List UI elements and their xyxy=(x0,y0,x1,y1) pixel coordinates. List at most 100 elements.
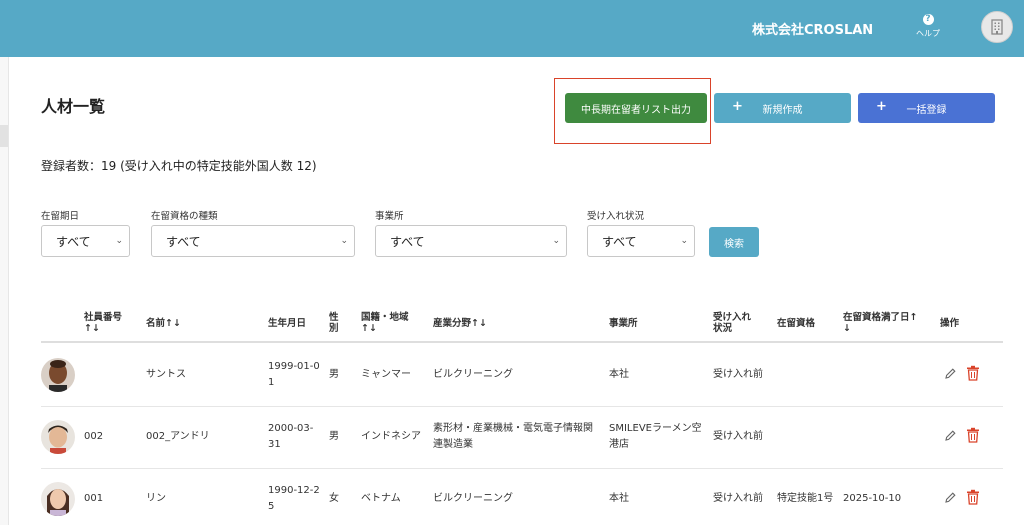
status-value: すべて xyxy=(602,234,637,249)
search-button[interactable]: 検索 xyxy=(709,227,759,257)
emp-no: 002 xyxy=(84,431,104,442)
sidebar-active-marker xyxy=(0,125,8,147)
birth-date: 1990-12-2 5 xyxy=(268,483,320,515)
person-name: リン xyxy=(146,493,166,504)
chevron-down-icon: ⌄ xyxy=(680,236,688,246)
person-name: 002_アンドリ xyxy=(146,431,210,442)
sidebar-collapsed[interactable] xyxy=(0,57,9,525)
visa-type-value: すべて xyxy=(166,234,201,249)
plus-icon: + xyxy=(876,99,887,114)
pencil-icon[interactable] xyxy=(944,491,957,504)
trash-icon[interactable] xyxy=(966,427,980,443)
office-select[interactable]: すべて ⌄ xyxy=(375,225,567,257)
industry-line: ビルクリーニング xyxy=(433,493,513,504)
birth-line: 31 xyxy=(268,439,281,450)
column-header-emp-no[interactable]: 社員番号 ↑↓ xyxy=(84,312,122,334)
header-text: 状況 xyxy=(713,323,733,334)
office-line: 本社 xyxy=(609,369,629,380)
new-create-button[interactable]: + 新規作成 xyxy=(714,93,851,123)
industry: ビルクリーニング xyxy=(433,367,513,383)
column-header-status: 受け入れ 状況 xyxy=(713,312,751,334)
highlight-box xyxy=(554,78,711,144)
pencil-icon[interactable] xyxy=(944,429,957,442)
column-header-gender: 性別 xyxy=(329,312,339,334)
acceptance-status: 受け入れ前 xyxy=(713,431,763,442)
header-text: 在留資格満了日↑ xyxy=(843,312,918,323)
sort-icon: ↑↓ xyxy=(361,323,377,334)
help-button[interactable]: ? ヘルプ xyxy=(914,14,942,39)
page-title: 人材一覧 xyxy=(41,97,106,116)
office: 本社 xyxy=(609,491,629,507)
column-header-ops: 操作 xyxy=(940,318,960,329)
gender: 男 xyxy=(329,369,339,380)
bulk-register-button[interactable]: + 一括登録 xyxy=(858,93,995,123)
pencil-icon[interactable] xyxy=(944,367,957,380)
bulk-register-label: 一括登録 xyxy=(906,104,947,116)
column-header-industry[interactable]: 産業分野↑↓ xyxy=(433,318,487,329)
office-line: SMILEVEラーメン空 xyxy=(609,423,702,434)
birth-line: 1990-12-2 xyxy=(268,485,320,496)
industry-line: 連製造業 xyxy=(433,439,473,450)
country: インドネシア xyxy=(361,431,421,442)
office: 本社 xyxy=(609,367,629,383)
header-text: 別 xyxy=(329,323,339,334)
avatar xyxy=(41,420,75,454)
help-icon: ? xyxy=(922,14,934,25)
row-divider xyxy=(41,468,1003,469)
office: SMILEVEラーメン空 港店 xyxy=(609,421,702,453)
account-menu-button[interactable] xyxy=(981,11,1013,43)
column-header-name[interactable]: 名前↑↓ xyxy=(146,318,181,329)
row-divider xyxy=(41,406,1003,407)
trash-icon[interactable] xyxy=(966,489,980,505)
help-label: ヘルプ xyxy=(916,29,940,38)
header-text: 受け入れ xyxy=(713,312,752,323)
stay-period-select[interactable]: すべて ⌄ xyxy=(41,225,130,257)
column-header-expiry[interactable]: 在留資格満了日↑ ↓ xyxy=(843,312,917,334)
filter-label-stay-period: 在留期日 xyxy=(41,211,80,222)
top-bar: 株式会社CROSLAN ? ヘルプ xyxy=(0,0,1024,57)
emp-no: 001 xyxy=(84,493,104,504)
stay-period-value: すべて xyxy=(56,234,91,249)
status-select[interactable]: すべて ⌄ xyxy=(587,225,695,257)
filter-label-visa-type: 在留資格の種類 xyxy=(151,211,218,222)
birth-line: 5 xyxy=(268,501,275,512)
country: ベトナム xyxy=(361,493,401,504)
column-header-country[interactable]: 国籍・地域 ↑↓ xyxy=(361,312,409,334)
chevron-down-icon: ⌄ xyxy=(552,236,560,246)
industry-line: 素形材・産業機械・電気電子情報関 xyxy=(433,423,593,434)
industry-line: ビルクリーニング xyxy=(433,369,513,380)
visa-type-select[interactable]: すべて ⌄ xyxy=(151,225,355,257)
column-header-office: 事業所 xyxy=(609,318,638,329)
gender: 女 xyxy=(329,493,339,504)
trash-icon[interactable] xyxy=(966,365,980,381)
filter-label-status: 受け入れ状況 xyxy=(587,211,645,222)
country: ミャンマー xyxy=(361,369,411,380)
birth-date: 1999-01-0 1 xyxy=(268,359,320,391)
office-line: 港店 xyxy=(609,439,629,450)
company-name: 株式会社CROSLAN xyxy=(752,23,874,38)
industry: 素形材・産業機械・電気電子情報関 連製造業 xyxy=(433,421,593,453)
chevron-down-icon: ⌄ xyxy=(115,236,123,246)
avatar xyxy=(41,482,75,516)
header-text: 性 xyxy=(329,312,339,323)
sort-icon: ↓ xyxy=(843,323,851,334)
gender: 男 xyxy=(329,431,339,442)
acceptance-status: 受け入れ前 xyxy=(713,369,763,380)
acceptance-status: 受け入れ前 xyxy=(713,493,763,504)
birth-line: 1999-01-0 xyxy=(268,361,320,372)
office-line: 本社 xyxy=(609,493,629,504)
sort-icon: ↑↓ xyxy=(84,323,100,334)
office-value: すべて xyxy=(390,234,425,249)
registered-count: 登録者数：19 (受け入れ中の特定技能外国人数 12) xyxy=(41,159,317,173)
plus-icon: + xyxy=(732,99,743,114)
header-text: 社員番号 xyxy=(84,312,123,323)
new-create-label: 新規作成 xyxy=(762,104,803,116)
visa-expiry: 2025-10-10 xyxy=(843,493,902,504)
chevron-down-icon: ⌄ xyxy=(340,236,348,246)
person-name: サントス xyxy=(146,369,186,380)
table-header-divider xyxy=(41,341,1003,343)
avatar xyxy=(41,358,75,392)
birth-line: 2000-03- xyxy=(268,423,314,434)
visa-type: 特定技能1号 xyxy=(777,493,834,504)
header-text: 国籍・地域 xyxy=(361,312,409,323)
